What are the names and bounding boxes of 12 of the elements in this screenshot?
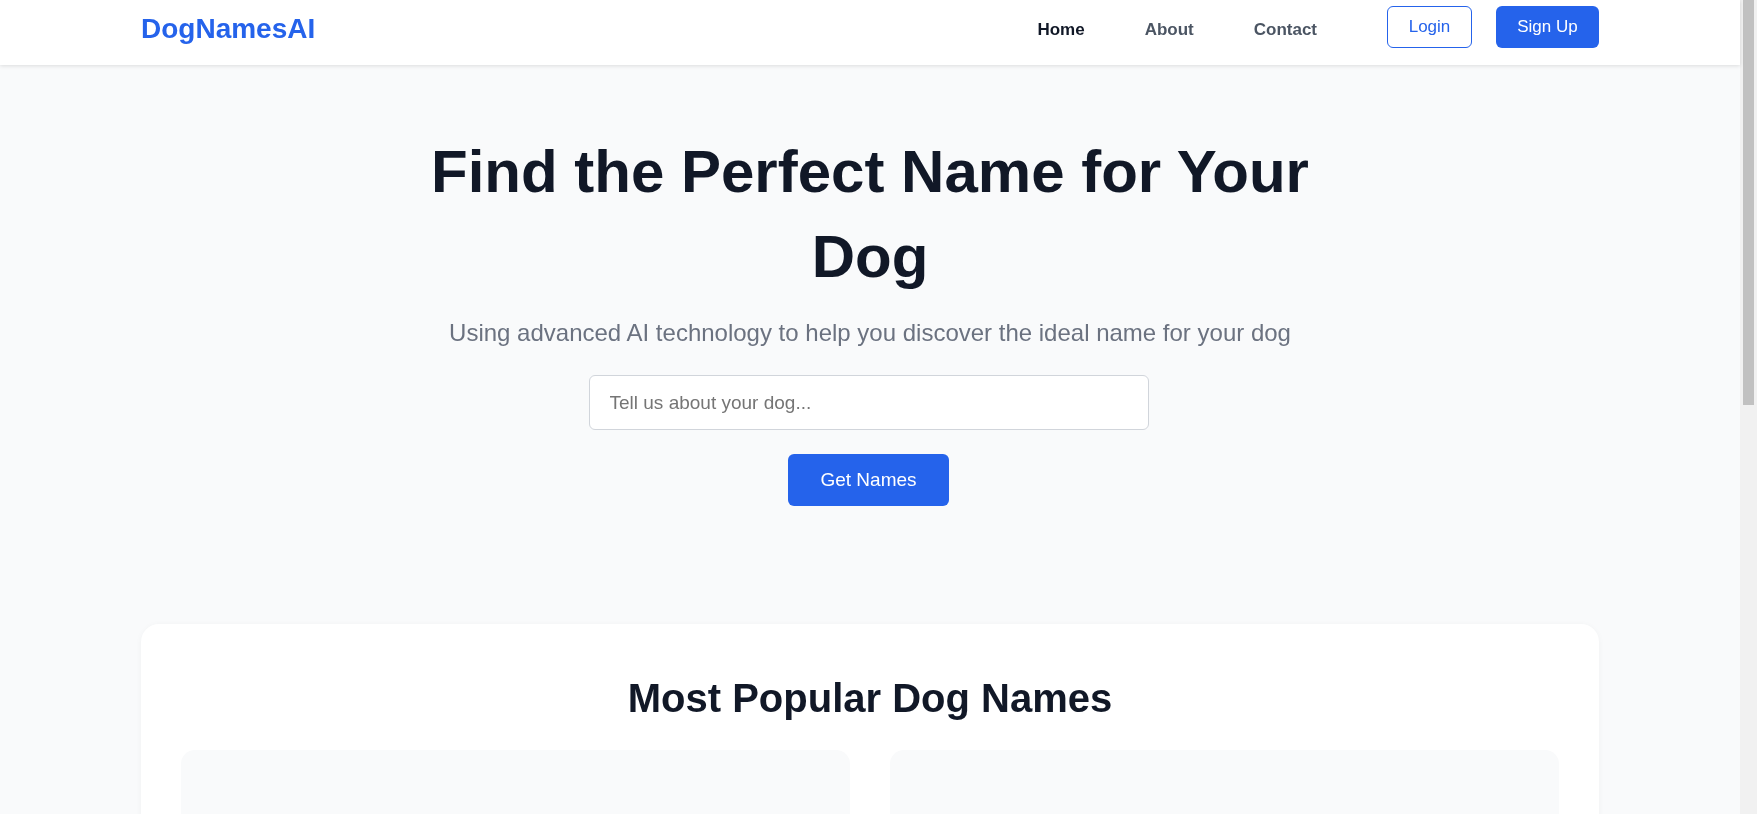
hero-title: Find the Perfect Name for Your Dog [430, 137, 1310, 293]
scrollbar[interactable] [1740, 0, 1757, 814]
hero-subtitle: Using advanced AI technology to help you discover the ideal name for your dog [448, 318, 1292, 349]
dog-description-input[interactable]: Tell us about your dog... [588, 375, 1149, 431]
sign-up-button[interactable]: Sign Up [1496, 5, 1599, 48]
nav-link[interactable]: About [1144, 16, 1194, 43]
login-button[interactable]: Login [1387, 5, 1472, 48]
nav-link[interactable]: Home [1037, 16, 1085, 43]
brand-logo[interactable]: DogNamesAI [141, 7, 316, 50]
nav-link[interactable]: Contact [1253, 16, 1317, 43]
get-names-button[interactable]: Get Names [788, 454, 949, 507]
section-title: Most Popular Dog Names [626, 675, 1114, 723]
